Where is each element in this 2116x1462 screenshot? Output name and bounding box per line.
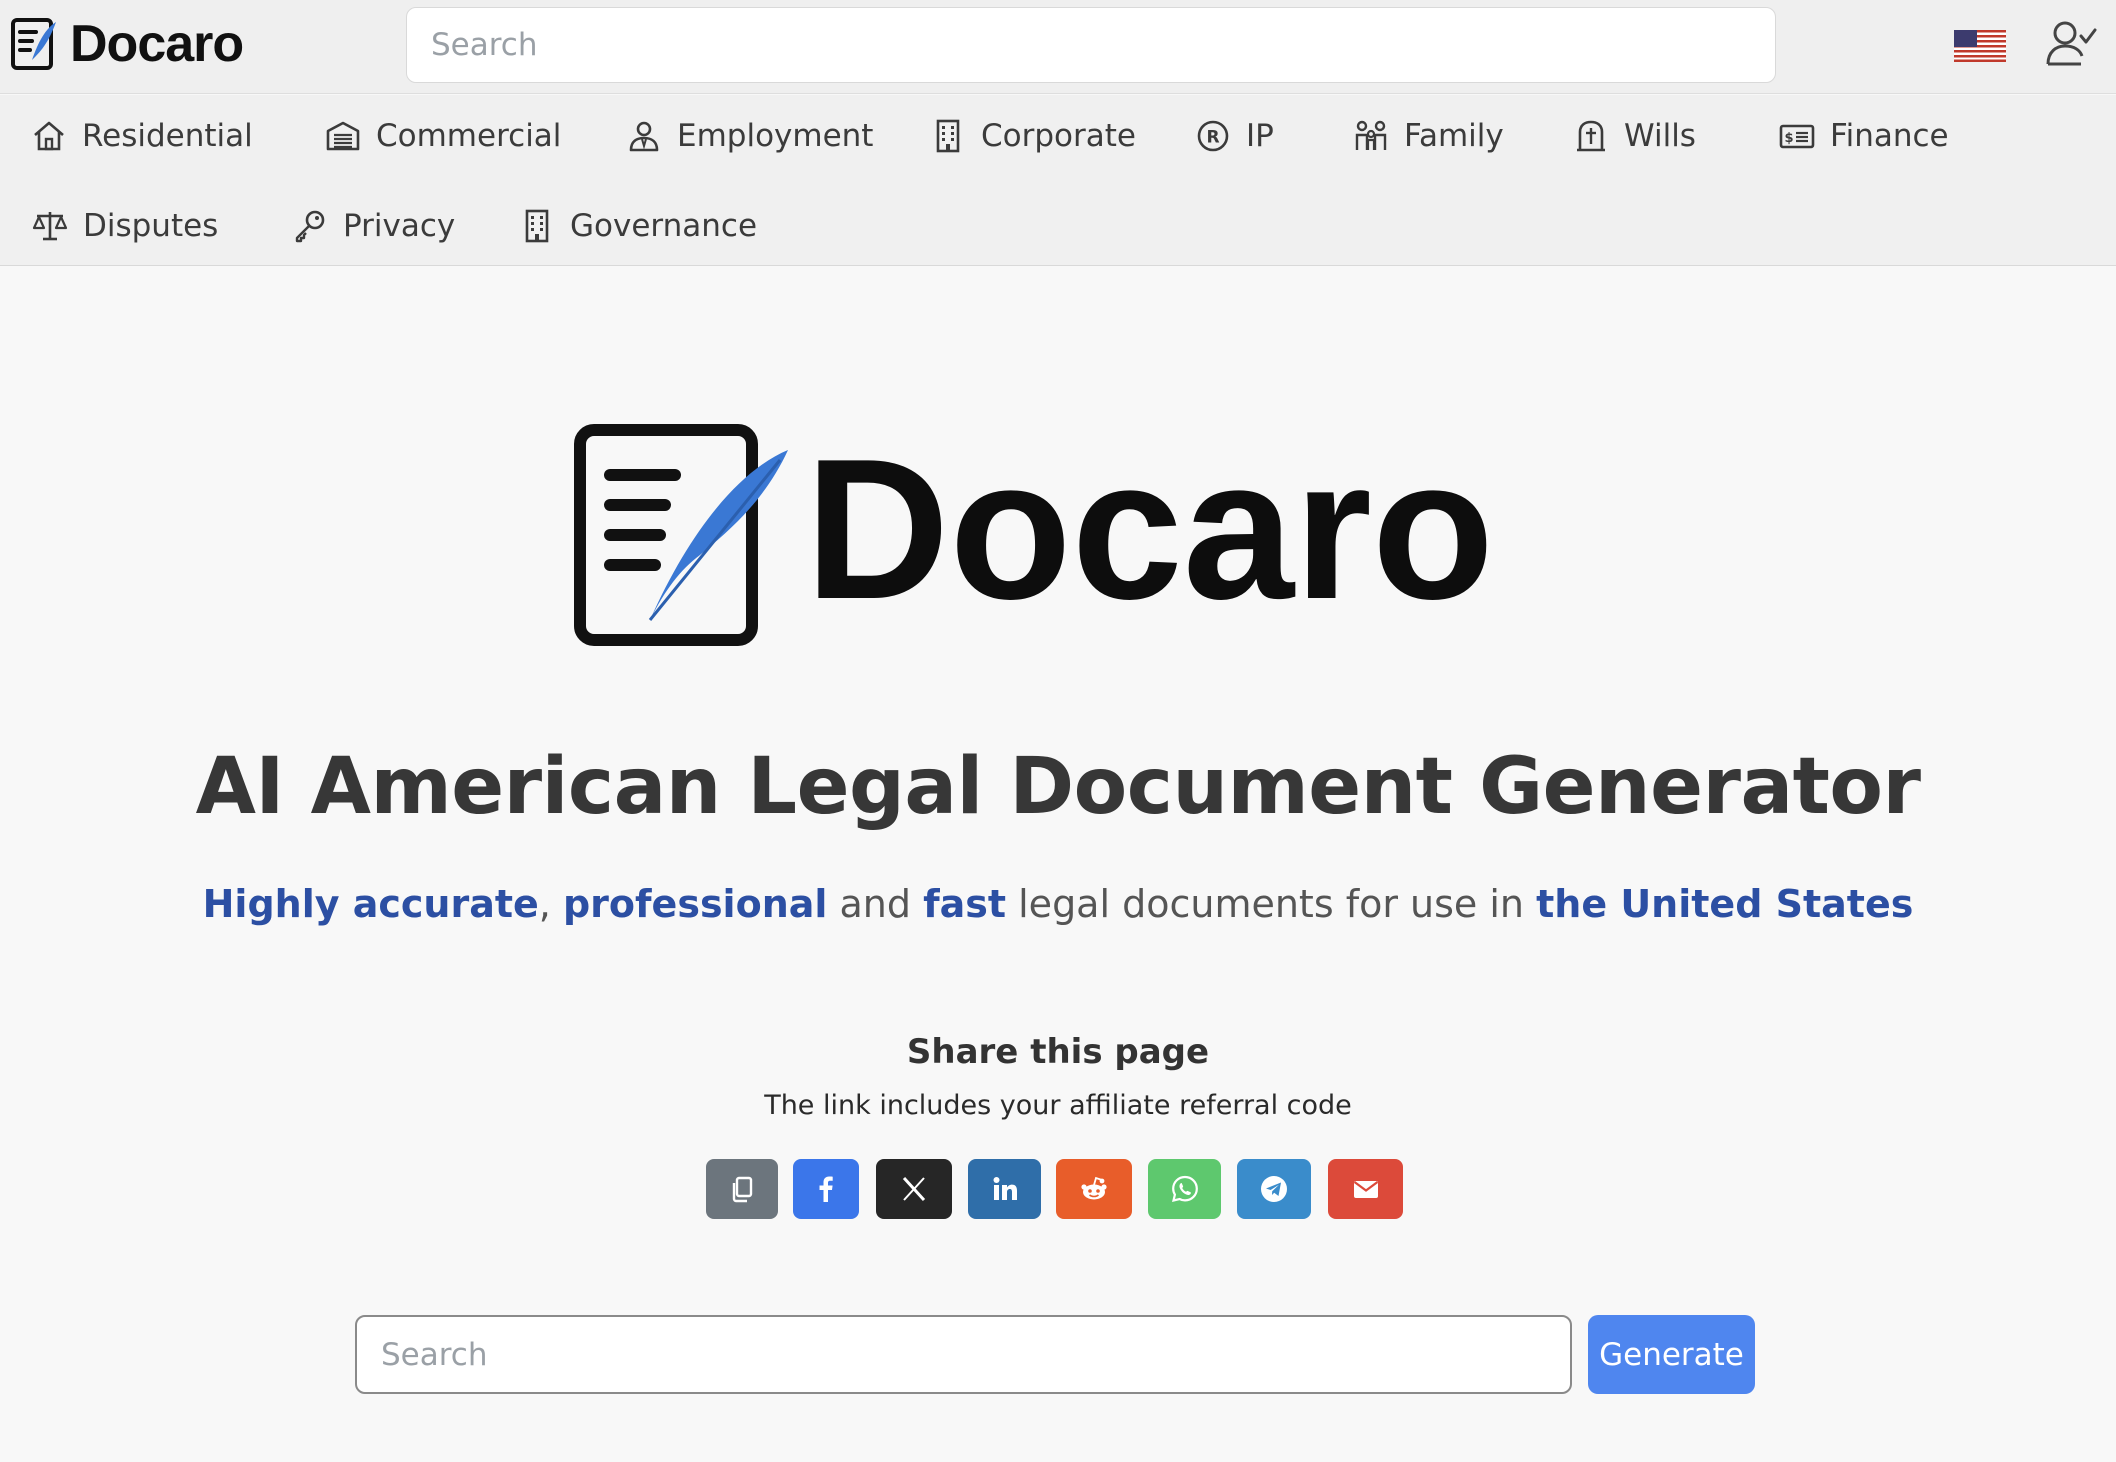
- hero-logo-text: Docaro: [805, 420, 1494, 641]
- category-label: Finance: [1830, 118, 1949, 154]
- category-corporate[interactable]: Corporate: [929, 111, 1136, 161]
- category-label: Wills: [1624, 118, 1696, 154]
- hero-logo: Docaro: [574, 420, 1494, 646]
- category-label: Family: [1404, 118, 1504, 154]
- email-icon: [1353, 1181, 1378, 1198]
- page-title: AI American Legal Document Generator: [195, 742, 1921, 832]
- header-search-input[interactable]: [406, 7, 1776, 83]
- generator-search-input[interactable]: [355, 1315, 1572, 1394]
- category-commercial[interactable]: Commercial: [324, 111, 561, 161]
- share-note: The link includes your affiliate referra…: [764, 1090, 1352, 1121]
- category-family[interactable]: Family: [1352, 111, 1504, 161]
- registered-icon: R: [1194, 117, 1232, 155]
- share-title: Share this page: [906, 1032, 1210, 1072]
- reddit-icon: [1081, 1176, 1107, 1200]
- share-telegram-button[interactable]: [1237, 1159, 1311, 1219]
- category-residential[interactable]: Residential: [30, 111, 253, 161]
- key-icon: [291, 207, 329, 245]
- category-label: Commercial: [376, 118, 562, 154]
- share-x-button[interactable]: [876, 1159, 952, 1219]
- us-flag-icon[interactable]: [1954, 30, 2006, 62]
- family-icon: [1352, 117, 1390, 155]
- category-wills[interactable]: Wills: [1572, 111, 1696, 161]
- whatsapp-icon: [1171, 1175, 1198, 1202]
- subtitle-text: ,: [538, 882, 563, 926]
- subtitle-text: legal documents for use in: [1006, 882, 1537, 926]
- category-label: Corporate: [981, 118, 1136, 154]
- facebook-icon: [819, 1176, 833, 1202]
- category-employment[interactable]: Employment: [625, 111, 873, 161]
- user-check-icon[interactable]: [2045, 18, 2097, 68]
- category-finance[interactable]: $ Finance: [1778, 111, 1949, 161]
- category-ip[interactable]: R IP: [1194, 111, 1274, 161]
- money-card-icon: $: [1778, 117, 1816, 155]
- brand-name: Docaro: [70, 15, 244, 73]
- subtitle-highlight: the United States: [1536, 882, 1914, 926]
- category-label: IP: [1246, 118, 1274, 154]
- worker-icon: [625, 117, 663, 155]
- generate-button[interactable]: Generate: [1588, 1315, 1755, 1394]
- share-whatsapp-button[interactable]: [1148, 1159, 1221, 1219]
- hero-subtitle: Highly accurate, professional and fast l…: [0, 882, 2116, 926]
- scales-icon: [31, 207, 69, 245]
- subtitle-highlight: fast: [923, 882, 1007, 926]
- telegram-icon: [1261, 1176, 1287, 1202]
- svg-text:$: $: [1784, 131, 1793, 146]
- share-facebook-button[interactable]: [793, 1159, 859, 1219]
- subtitle-text: and: [827, 882, 924, 926]
- copy-icon: [732, 1176, 753, 1203]
- building-icon: [518, 207, 556, 245]
- x-icon: [902, 1176, 926, 1202]
- document-feather-icon: [11, 18, 56, 70]
- category-label: Employment: [677, 118, 874, 154]
- share-linkedin-button[interactable]: [968, 1159, 1041, 1219]
- brand-logo[interactable]: Docaro: [10, 14, 244, 74]
- top-bar: Docaro: [0, 0, 2116, 94]
- subtitle-highlight: professional: [562, 882, 828, 926]
- share-copy-button[interactable]: [706, 1159, 778, 1219]
- share-email-button[interactable]: [1328, 1159, 1403, 1219]
- share-reddit-button[interactable]: [1056, 1159, 1132, 1219]
- category-privacy[interactable]: Privacy: [291, 201, 455, 251]
- svg-text:R: R: [1206, 128, 1219, 148]
- category-governance[interactable]: Governance: [518, 201, 757, 251]
- category-nav: Residential Commercial Employment Corpor…: [0, 95, 2116, 266]
- house-icon: [30, 117, 68, 155]
- category-label: Privacy: [343, 208, 456, 244]
- category-disputes[interactable]: Disputes: [31, 201, 218, 251]
- warehouse-icon: [324, 117, 362, 155]
- category-label: Disputes: [83, 208, 219, 244]
- grave-icon: [1572, 117, 1610, 155]
- subtitle-highlight: Highly accurate: [202, 882, 539, 926]
- linkedin-icon: [993, 1177, 1017, 1200]
- building-icon: [929, 117, 967, 155]
- category-label: Residential: [82, 118, 253, 154]
- category-label: Governance: [570, 208, 758, 244]
